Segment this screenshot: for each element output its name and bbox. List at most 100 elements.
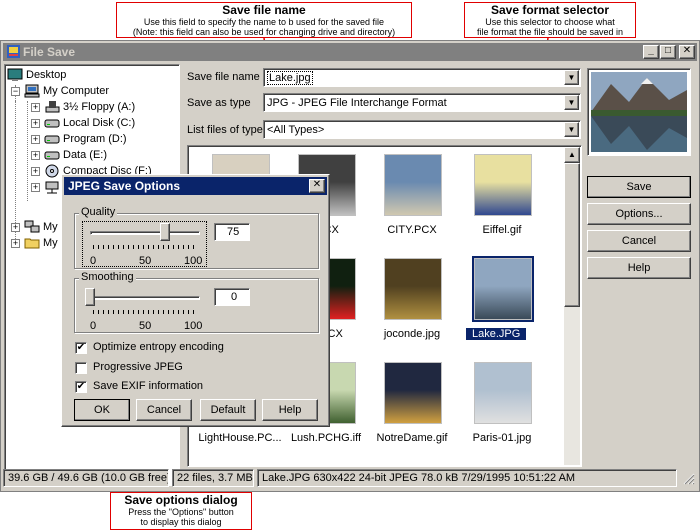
file-name[interactable]: joconde.jpg	[364, 328, 460, 340]
quality-slider-thumb[interactable]	[160, 223, 170, 241]
file-name-label: Save file name	[187, 71, 260, 83]
tree-item-label: Local Disk (C:)	[63, 117, 136, 129]
expand-icon[interactable]: +	[31, 182, 40, 192]
expand-icon[interactable]: +	[31, 134, 40, 144]
file-thumbnail[interactable]	[384, 258, 442, 320]
save-button-label: Save	[626, 181, 652, 193]
tree-item-local-disk-c[interactable]: + Local Disk (C:)	[31, 115, 135, 131]
chevron-down-icon[interactable]: ▼	[564, 122, 579, 137]
file-thumbnail[interactable]	[474, 362, 532, 424]
dialog-default-button[interactable]: Default	[200, 399, 256, 421]
smoothing-value[interactable]: 0	[231, 291, 237, 303]
minimize-button[interactable]: _	[643, 45, 659, 59]
callout-line: Press the "Options" button	[128, 507, 234, 517]
optimize-entropy-checkbox[interactable]: ✔	[75, 342, 87, 354]
quality-tick-0: 0	[90, 255, 97, 267]
slider-tick	[138, 310, 139, 314]
status-file-info-text: Lake.JPG 630x422 24-bit JPEG 78.0 kB 7/2…	[262, 472, 576, 484]
file-list-scrollbar[interactable]: ▲	[564, 147, 580, 465]
slider-tick	[93, 310, 94, 314]
save-exif-checkbox[interactable]: ✔	[75, 381, 87, 393]
save-button[interactable]: Save	[587, 176, 691, 198]
chevron-down-icon[interactable]: ▼	[564, 70, 579, 85]
file-name[interactable]: Paris-01.jpg	[454, 432, 550, 444]
slider-tick	[158, 245, 159, 249]
dialog-help-button[interactable]: Help	[262, 399, 318, 421]
expand-icon[interactable]: +	[31, 166, 40, 176]
file-thumbnail[interactable]	[384, 362, 442, 424]
tree-item-my-documents[interactable]: + My	[11, 235, 58, 251]
scroll-thumb[interactable]	[564, 163, 580, 307]
save-exif-label[interactable]: Save EXIF information	[93, 380, 203, 392]
optimize-entropy-label[interactable]: Optimize entropy encoding	[93, 341, 224, 353]
quality-value-field[interactable]: 75	[214, 223, 250, 241]
dialog-titlebar[interactable]: JPEG Save Options ✕	[64, 177, 327, 195]
smoothing-slider-thumb[interactable]	[85, 288, 95, 306]
tree-item-floppy[interactable]: + 3½ Floppy (A:)	[31, 99, 135, 115]
smoothing-label: Smoothing	[79, 271, 136, 283]
file-name[interactable]: Eiffel.gif	[454, 224, 550, 236]
slider-tick	[188, 310, 189, 314]
slider-tick	[183, 310, 184, 314]
expand-icon[interactable]: +	[31, 102, 40, 112]
slider-tick	[93, 245, 94, 249]
file-thumbnail[interactable]	[474, 154, 532, 216]
file-name[interactable]: LightHouse.PC...	[192, 432, 288, 444]
list-type-value: <All Types>	[267, 123, 325, 136]
file-name[interactable]: CITY.PCX	[364, 224, 460, 236]
slider-tick	[123, 310, 124, 314]
expand-icon[interactable]: +	[31, 150, 40, 160]
tree-item-my-network[interactable]: + My	[11, 219, 58, 235]
progressive-jpeg-label[interactable]: Progressive JPEG	[93, 361, 183, 373]
window-titlebar[interactable]: File Save _ □ ✕	[3, 43, 697, 61]
quality-slider-track[interactable]	[90, 231, 200, 235]
status-count: 22 files, 3.7 MB	[172, 469, 254, 487]
tree-item-program-d[interactable]: + Program (D:)	[31, 131, 127, 147]
quality-slider-ticks	[93, 245, 197, 250]
file-name[interactable]: Lake.JPG	[466, 328, 527, 340]
file-name[interactable]: Lush.PCHG.iff	[278, 432, 374, 444]
expand-icon[interactable]: +	[31, 118, 40, 128]
help-button[interactable]: Help	[587, 257, 691, 279]
dialog-ok-button[interactable]: OK	[74, 399, 130, 421]
tree-item-my-computer[interactable]: − My Computer	[11, 83, 109, 99]
expand-icon[interactable]: +	[11, 222, 20, 232]
window-title: File Save	[23, 45, 76, 59]
list-type-select[interactable]: <All Types> ▼	[263, 120, 581, 139]
smoothing-slider-track[interactable]	[90, 296, 200, 300]
maximize-button[interactable]: □	[660, 45, 676, 59]
desktop-icon	[7, 68, 23, 81]
tree-item-desktop[interactable]: Desktop	[7, 67, 66, 83]
file-name-combo[interactable]: Lake.jpg ▼	[263, 68, 581, 87]
dialog-cancel-button[interactable]: Cancel	[136, 399, 192, 421]
file-name-value[interactable]: Lake.jpg	[267, 70, 313, 85]
progressive-jpeg-checkbox[interactable]	[75, 362, 87, 374]
close-button[interactable]: ✕	[679, 45, 695, 59]
file-name[interactable]: NotreDame.gif	[364, 432, 460, 444]
tree-item-label: My	[43, 237, 58, 249]
tree-item-label: Desktop	[26, 69, 67, 81]
slider-tick	[168, 310, 169, 314]
tree-item-network-drive[interactable]: +	[31, 179, 63, 195]
scroll-up-button[interactable]: ▲	[564, 147, 580, 163]
slider-tick	[108, 245, 109, 249]
folder-icon	[24, 238, 40, 249]
file-thumbnail[interactable]	[472, 256, 534, 322]
dialog-cancel-label: Cancel	[146, 404, 182, 416]
resize-grip-icon[interactable]	[681, 471, 695, 485]
dialog-close-button[interactable]: ✕	[309, 179, 325, 193]
status-disk: 39.6 GB / 49.6 GB (10.0 GB free)	[3, 469, 169, 487]
options-button[interactable]: Options...	[587, 203, 691, 225]
expand-icon[interactable]: +	[11, 238, 20, 248]
callout-line: to display this dialog	[140, 517, 222, 527]
chevron-down-icon[interactable]: ▼	[564, 95, 579, 110]
collapse-icon[interactable]: −	[11, 86, 20, 96]
quality-value[interactable]: 75	[227, 226, 239, 238]
tree-item-data-e[interactable]: + Data (E:)	[31, 147, 107, 163]
slider-tick	[173, 245, 174, 249]
cancel-button[interactable]: Cancel	[587, 230, 691, 252]
file-thumbnail[interactable]	[384, 154, 442, 216]
slider-tick	[98, 245, 99, 249]
save-as-type-select[interactable]: JPG - JPEG File Interchange Format ▼	[263, 93, 581, 112]
smoothing-value-field[interactable]: 0	[214, 288, 250, 306]
